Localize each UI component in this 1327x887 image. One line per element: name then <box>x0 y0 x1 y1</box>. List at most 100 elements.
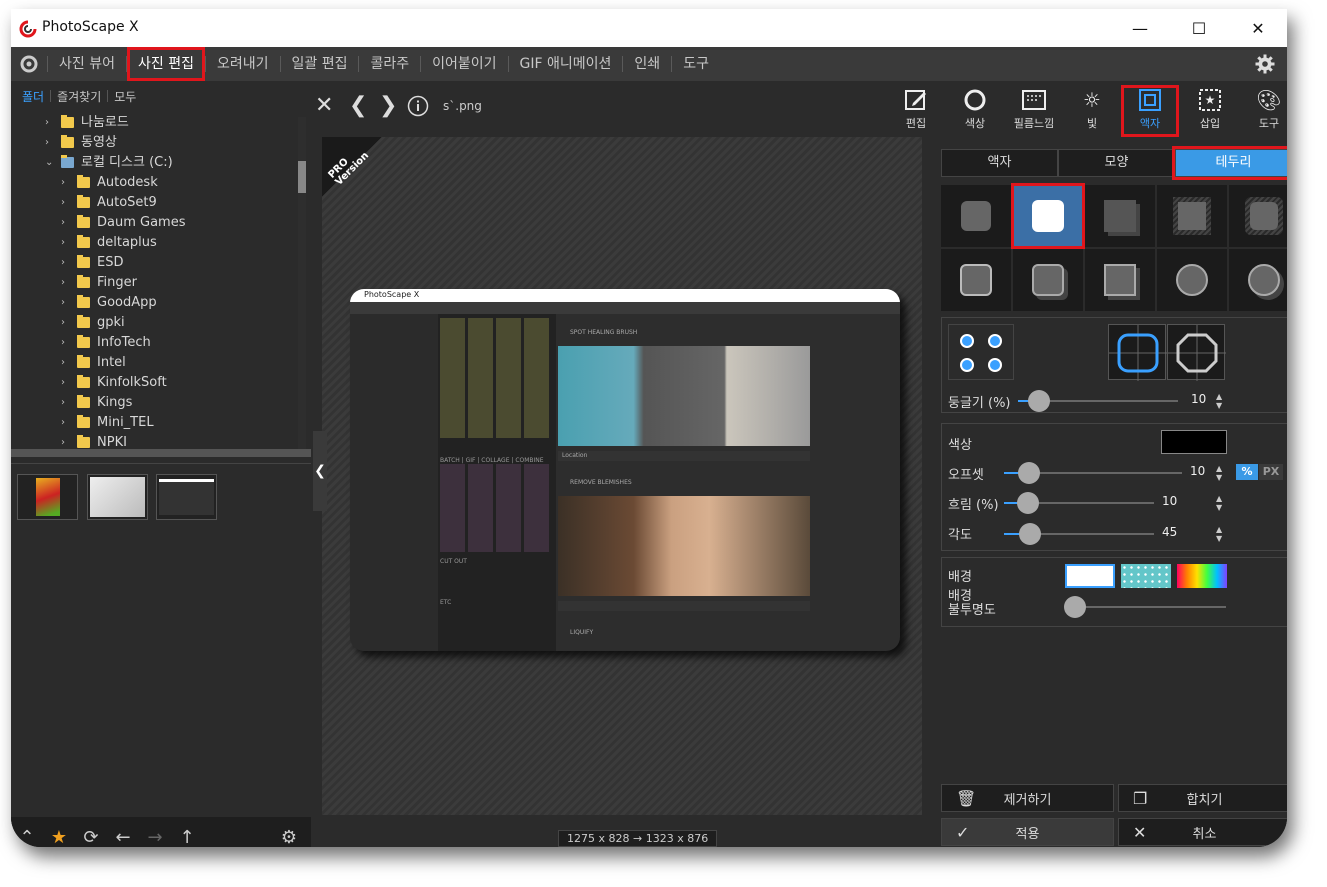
border-style-option[interactable] <box>1229 185 1287 247</box>
expand-chevron-icon[interactable]: › <box>61 393 65 413</box>
refresh-icon[interactable]: ⟳ <box>75 821 107 848</box>
border-style-option[interactable] <box>1085 249 1155 311</box>
folder-settings-gear-icon[interactable]: ⚙ <box>273 821 305 848</box>
expand-chevron-icon[interactable]: › <box>61 233 65 253</box>
border-style-option[interactable] <box>1157 185 1227 247</box>
border-style-option[interactable] <box>1157 249 1227 311</box>
border-style-option[interactable] <box>1013 249 1083 311</box>
tree-item[interactable]: › Autodesk <box>11 173 296 193</box>
up-arrow-icon[interactable]: ↑ <box>171 821 203 848</box>
tool-tools[interactable]: 🎨︎ 도구 <box>1240 85 1287 137</box>
minimize-button[interactable]: — <box>1110 9 1170 47</box>
tool-film[interactable]: 필름느낌 <box>1005 85 1063 137</box>
unit-percent-button[interactable]: % <box>1236 464 1258 480</box>
tree-item[interactable]: › 나눔로드 <box>11 113 296 133</box>
thumbnail-item[interactable] <box>17 474 78 520</box>
tool-insert[interactable]: ★ 삽입 <box>1181 85 1239 137</box>
offset-value[interactable]: 10 <box>1190 464 1205 478</box>
tree-item[interactable]: › AutoSet9 <box>11 193 296 213</box>
tool-frame[interactable]: 액자 <box>1121 85 1179 137</box>
expand-chevron-icon[interactable]: › <box>61 213 65 233</box>
tree-scrollbar[interactable] <box>298 117 306 457</box>
tree-item[interactable]: › 동영상 <box>11 133 296 153</box>
background-gradient-swatch[interactable] <box>1177 564 1227 588</box>
menu-photo-editor[interactable]: 사진 편집 <box>126 47 205 81</box>
roundness-value[interactable]: 10 <box>1191 392 1206 406</box>
beveled-corner-option-icon[interactable] <box>1167 324 1226 381</box>
tree-horizontal-scrollbar[interactable] <box>11 449 311 457</box>
close-file-icon[interactable]: ✕ <box>315 93 333 118</box>
menu-tools[interactable]: 도구 <box>672 47 720 81</box>
border-style-option-selected[interactable] <box>1011 183 1085 249</box>
tab-favorites[interactable]: 즐겨찾기 <box>51 88 107 105</box>
expand-chevron-icon[interactable]: › <box>61 193 65 213</box>
expand-chevron-icon[interactable]: › <box>61 333 65 353</box>
thumbnail-item[interactable] <box>156 474 217 520</box>
tab-folder[interactable]: 폴더 <box>16 88 50 105</box>
image-canvas[interactable]: PRO Version PhotoScape X BATCH | GIF | C… <box>322 137 922 815</box>
forward-arrow-icon[interactable]: → <box>139 821 171 848</box>
tree-item[interactable]: › ESD <box>11 253 296 273</box>
border-style-option[interactable] <box>1085 185 1155 247</box>
subtab-border[interactable]: 테두리 <box>1172 146 1287 180</box>
tree-item[interactable]: › GoodApp <box>11 293 296 313</box>
expand-chevron-icon[interactable]: › <box>61 373 65 393</box>
shadow-color-swatch[interactable] <box>1161 430 1227 454</box>
corner-select[interactable] <box>948 324 1014 380</box>
blur-value[interactable]: 10 <box>1162 494 1177 508</box>
previous-icon[interactable]: ❮ <box>349 93 367 118</box>
tree-item[interactable]: › Finger <box>11 273 296 293</box>
apply-button[interactable]: ✓ 적용 <box>941 818 1114 846</box>
expand-chevron-icon[interactable]: › <box>61 413 65 433</box>
offset-spinner-icon[interactable]: ▲ ▼ <box>1216 464 1222 482</box>
close-button[interactable]: ✕ <box>1228 9 1287 47</box>
tool-edit[interactable]: 편집 <box>887 85 945 137</box>
info-icon[interactable] <box>407 95 429 123</box>
subtab-frame[interactable]: 액자 <box>941 149 1058 177</box>
expand-chevron-icon[interactable]: ⌄ <box>45 153 53 173</box>
tree-item[interactable]: › KinfolkSoft <box>11 373 296 393</box>
rounded-corner-option-icon[interactable] <box>1108 324 1167 381</box>
background-pattern-swatch[interactable] <box>1121 564 1171 588</box>
expand-chevron-icon[interactable]: › <box>45 113 49 133</box>
tree-item[interactable]: › gpki <box>11 313 296 333</box>
tree-item[interactable]: › Daum Games <box>11 213 296 233</box>
thumbnail-item[interactable] <box>87 474 148 520</box>
tree-item[interactable]: › InfoTech <box>11 333 296 353</box>
expand-chevron-icon[interactable]: › <box>61 273 65 293</box>
menu-combine[interactable]: 이어붙이기 <box>421 47 507 81</box>
border-style-option[interactable] <box>1229 249 1287 311</box>
star-icon[interactable]: ★ <box>43 821 75 848</box>
tree-item[interactable]: › Mini_TEL <box>11 413 296 433</box>
angle-spinner-icon[interactable]: ▲ ▼ <box>1216 525 1222 543</box>
expand-chevron-icon[interactable]: › <box>61 253 65 273</box>
maximize-button[interactable]: ☐ <box>1169 9 1229 47</box>
collapse-left-panel-icon[interactable]: ❮ <box>313 431 327 511</box>
merge-button[interactable]: ❐ 합치기 <box>1118 784 1287 812</box>
angle-value[interactable]: 45 <box>1162 525 1177 539</box>
expand-chevron-icon[interactable]: › <box>61 173 65 193</box>
subtab-shape[interactable]: 모양 <box>1058 149 1175 177</box>
home-icon[interactable] <box>11 47 47 81</box>
expand-chevron-icon[interactable]: › <box>61 293 65 313</box>
background-white-swatch[interactable] <box>1065 564 1115 588</box>
expand-chevron-icon[interactable]: › <box>61 313 65 333</box>
menu-cut-out[interactable]: 오려내기 <box>206 47 280 81</box>
tool-color[interactable]: 색상 <box>946 85 1004 137</box>
expand-chevron-icon[interactable]: › <box>61 353 65 373</box>
collapse-icon[interactable]: ⌃ <box>11 821 43 848</box>
menu-print[interactable]: 인쇄 <box>623 47 671 81</box>
unit-px-button[interactable]: PX <box>1259 464 1283 480</box>
tree-item[interactable]: ⌄ 로컬 디스크 (C:) <box>11 153 296 173</box>
back-arrow-icon[interactable]: ← <box>107 821 139 848</box>
tool-light[interactable]: ☼ 빛 <box>1063 85 1121 137</box>
menu-photo-viewer[interactable]: 사진 뷰어 <box>48 47 126 81</box>
tree-item[interactable]: › Intel <box>11 353 296 373</box>
blur-spinner-icon[interactable]: ▲ ▼ <box>1216 494 1222 512</box>
expand-chevron-icon[interactable]: › <box>45 133 49 153</box>
tree-item[interactable]: › Kings <box>11 393 296 413</box>
tree-item[interactable]: › deltaplus <box>11 233 296 253</box>
roundness-spinner-icon[interactable]: ▲ ▼ <box>1216 392 1222 410</box>
cancel-button[interactable]: ✕ 취소 <box>1118 818 1287 846</box>
settings-gear-icon[interactable] <box>1255 54 1275 74</box>
